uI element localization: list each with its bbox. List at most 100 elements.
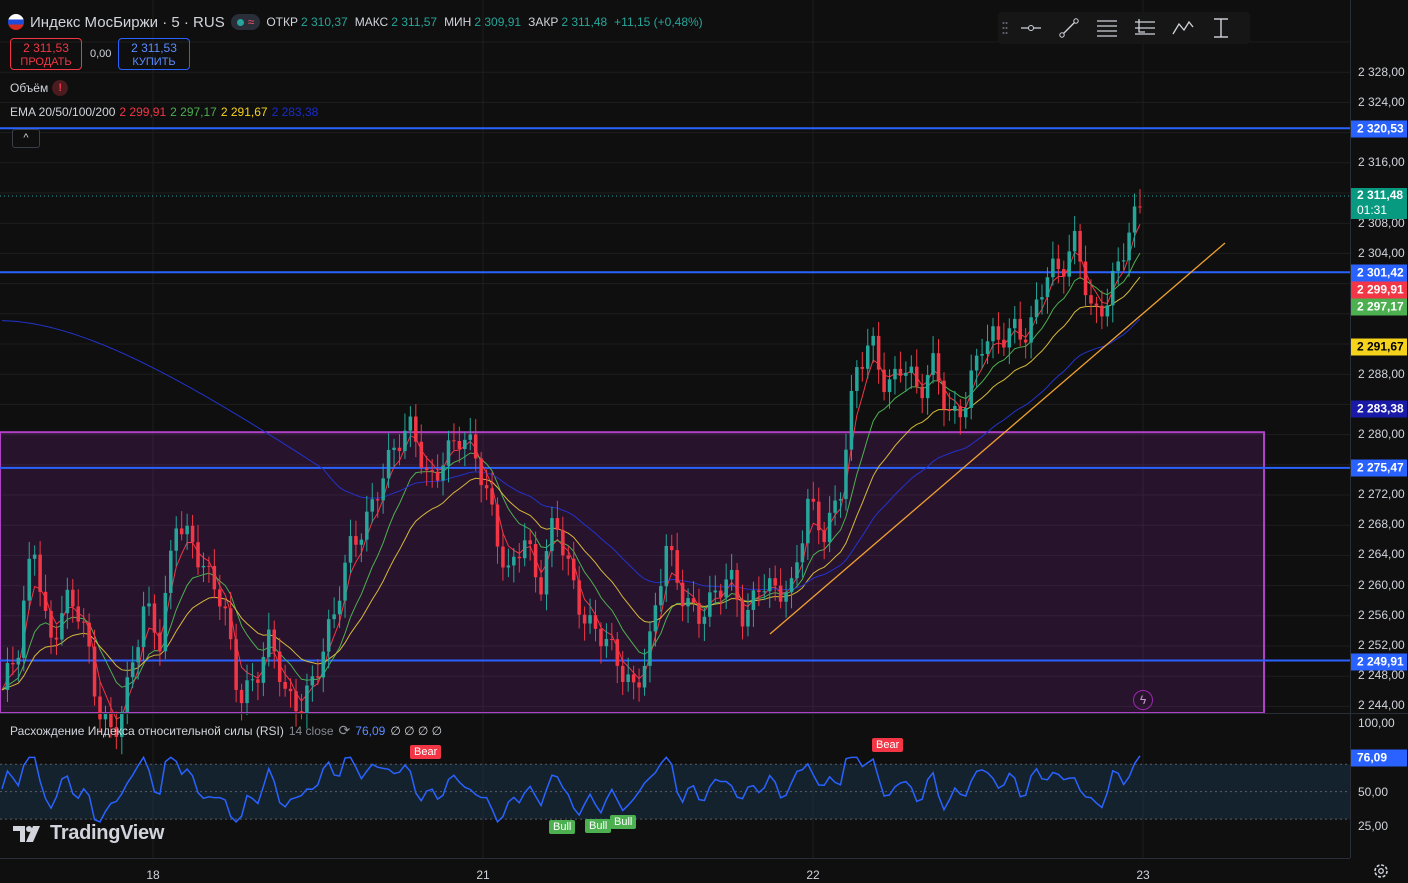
trend-line-icon[interactable]: [1050, 12, 1088, 44]
candle: [239, 689, 244, 704]
last-price-tag[interactable]: 2 311,48 01:31: [1351, 188, 1407, 219]
drawing-toolbar[interactable]: [998, 12, 1250, 44]
pattern-icon[interactable]: [1164, 12, 1202, 44]
candle: [795, 562, 799, 579]
ema-legend[interactable]: EMA 20/50/100/200 2 299,91 2 297,17 2 29…: [10, 105, 318, 119]
drag-handle-icon[interactable]: [998, 12, 1012, 44]
rsi-tick: 25,00: [1358, 819, 1389, 833]
candle: [985, 341, 990, 354]
gear-icon[interactable]: [1372, 862, 1390, 880]
rsi-legend[interactable]: Расхождение Индекса относительной силы (…: [10, 722, 442, 739]
buy-button[interactable]: 2 311,53 КУПИТЬ: [118, 38, 190, 70]
candle: [512, 556, 516, 566]
candle: [1094, 303, 1099, 306]
collapse-legend-button[interactable]: ^: [12, 129, 40, 148]
candle: [1045, 277, 1050, 298]
level-tag[interactable]: 2 249,91: [1351, 653, 1407, 671]
long-position-icon[interactable]: [1126, 12, 1164, 44]
candle: [32, 554, 37, 559]
level-tag[interactable]: 2 275,47: [1351, 459, 1407, 477]
rsi-placeholders: ∅ ∅ ∅ ∅: [390, 723, 443, 738]
candle: [708, 592, 712, 617]
bear-label: Bear: [872, 738, 904, 752]
candle: [130, 662, 135, 678]
candle: [321, 651, 326, 678]
time-label: 23: [1136, 868, 1150, 882]
candle: [827, 512, 832, 543]
candle: [789, 578, 794, 593]
candle: [659, 586, 663, 606]
candle: [223, 606, 228, 609]
candle: [1002, 339, 1006, 348]
candle: [887, 379, 892, 393]
candle: [953, 405, 957, 411]
level-tag[interactable]: 2 301,42: [1351, 264, 1407, 282]
candle: [49, 610, 53, 638]
candle: [441, 465, 445, 481]
candle: [904, 372, 908, 376]
candle: [228, 608, 233, 640]
candle: [626, 674, 630, 682]
candle: [686, 598, 690, 607]
error-icon[interactable]: !: [52, 80, 69, 96]
ema100-value: 2 291,67: [220, 105, 268, 119]
tradingview-logo[interactable]: TradingView: [12, 822, 164, 845]
market-status[interactable]: ≈: [230, 14, 261, 30]
candle: [277, 651, 282, 682]
candle: [234, 639, 238, 690]
candle: [735, 569, 739, 600]
candle: [1013, 318, 1017, 329]
bear-label: Bear: [410, 745, 442, 759]
candle: [163, 592, 168, 652]
candle: [5, 663, 10, 690]
rsi-layer: [0, 755, 1350, 824]
candle: [963, 407, 968, 418]
candle: [806, 498, 810, 544]
open-label: ОТКР: [266, 15, 298, 29]
horizontal-ray-icon[interactable]: [1012, 12, 1050, 44]
candle: [653, 605, 658, 632]
candle: [871, 335, 875, 346]
candle: [762, 591, 767, 593]
candle: [316, 676, 320, 678]
candle: [473, 434, 478, 459]
candle: [359, 539, 364, 545]
level-tag[interactable]: 2 320,53: [1351, 120, 1407, 138]
fib-retracement-icon[interactable]: [1088, 12, 1126, 44]
candle: [522, 540, 527, 559]
candle: [71, 589, 75, 607]
price-tick: 2 316,00: [1358, 155, 1405, 169]
lightning-icon[interactable]: ϟ: [1133, 690, 1153, 710]
text-tool-icon[interactable]: [1202, 12, 1240, 44]
symbol-header[interactable]: Индекс МосБиржи · 5 · RUS ≈ ОТКР 2 310,37…: [8, 12, 707, 32]
candle: [370, 499, 375, 512]
candle: [305, 685, 309, 714]
low-value: 2 309,91: [474, 15, 522, 29]
volume-legend[interactable]: Объём !: [10, 80, 69, 96]
candle: [566, 555, 571, 559]
candle: [495, 504, 500, 547]
price-tick: 2 288,00: [1358, 367, 1405, 381]
candle: [1105, 305, 1110, 317]
time-label: 22: [806, 868, 820, 882]
candle: [98, 696, 102, 720]
candle: [337, 600, 342, 615]
symbol-title[interactable]: Индекс МосБиржи · 5 · RUS: [30, 14, 225, 31]
candle: [642, 665, 647, 688]
candle: [669, 545, 674, 551]
candle: [996, 326, 1001, 340]
candle: [544, 551, 549, 595]
sell-button[interactable]: 2 311,53 ПРОДАТЬ: [10, 38, 82, 70]
sell-label: ПРОДАТЬ: [20, 56, 72, 68]
ohlc-readout: ОТКР 2 310,37 МАКС 2 311,57 МИН 2 309,91 ЗА…: [266, 15, 706, 29]
pane-separator[interactable]: [0, 713, 1408, 714]
candle: [713, 590, 718, 593]
price-tick: 2 272,00: [1358, 487, 1405, 501]
candle: [571, 558, 576, 581]
candle: [190, 525, 195, 543]
candle: [539, 577, 543, 595]
candle: [718, 590, 723, 598]
price-tick: 2 260,00: [1358, 578, 1405, 592]
candle: [816, 501, 821, 531]
refresh-icon[interactable]: ⟳: [339, 722, 351, 739]
